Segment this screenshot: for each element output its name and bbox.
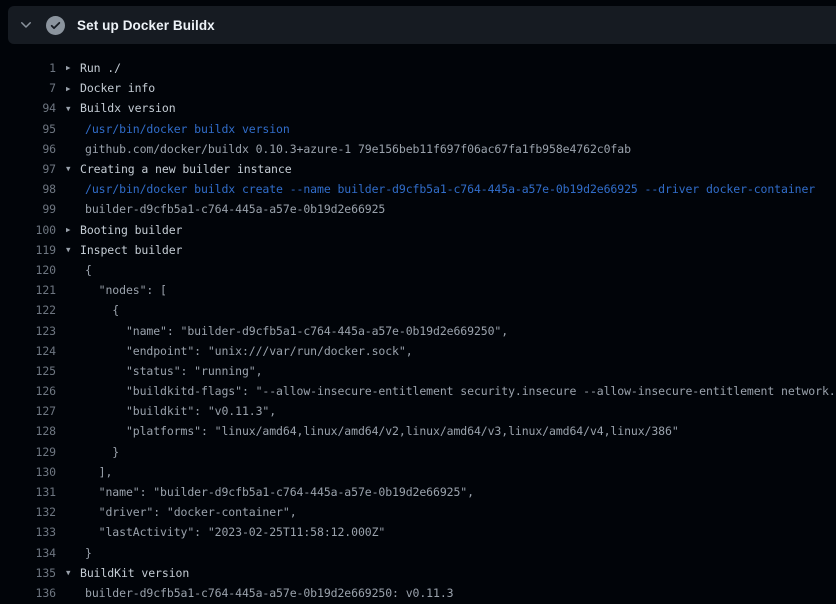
output-text: "name": "builder-d9cfb5a1-c764-445a-a57e… [56, 324, 508, 338]
line-number[interactable]: 133 [0, 525, 56, 539]
triangle-down-icon: ▼ [66, 246, 80, 254]
group-label: Inspect builder [80, 243, 182, 257]
log-line: 124 "endpoint": "unix:///var/run/docker.… [0, 341, 836, 361]
log-group-row[interactable]: 7 ▶Docker info [0, 78, 836, 98]
line-number[interactable]: 129 [0, 445, 56, 459]
output-text: "name": "builder-d9cfb5a1-c764-445a-a57e… [56, 485, 474, 499]
line-number[interactable]: 7 [0, 81, 56, 95]
output-text: } [56, 546, 92, 560]
output-text: { [56, 263, 92, 277]
log-line: 98/usr/bin/docker buildx create --name b… [0, 179, 836, 199]
log-line: 134} [0, 543, 836, 563]
triangle-right-icon: ▶ [66, 85, 80, 93]
triangle-down-icon: ▼ [66, 569, 80, 577]
triangle-down-icon: ▼ [66, 165, 80, 173]
log-group-row[interactable]: 94 ▼Buildx version [0, 98, 836, 118]
output-text: { [56, 303, 119, 317]
log-line: 121 "nodes": [ [0, 280, 836, 300]
log-line: 136builder-d9cfb5a1-c764-445a-a57e-0b19d… [0, 583, 836, 603]
log-line: 126 "buildkitd-flags": "--allow-insecure… [0, 381, 836, 401]
log-line: 128 "platforms": "linux/amd64,linux/amd6… [0, 421, 836, 441]
log-group-row[interactable]: 119 ▼Inspect builder [0, 240, 836, 260]
log-line: 133 "lastActivity": "2023-02-25T11:58:12… [0, 522, 836, 542]
log-line: 96github.com/docker/buildx 0.10.3+azure-… [0, 139, 836, 159]
group-label: Run ./ [80, 61, 121, 75]
log-group-row[interactable]: 97 ▼Creating a new builder instance [0, 159, 836, 179]
log-group-row[interactable]: 100 ▶Booting builder [0, 220, 836, 240]
group-label: BuildKit version [80, 566, 189, 580]
output-text: builder-d9cfb5a1-c764-445a-a57e-0b19d2e6… [56, 586, 453, 600]
log-line: 130 ], [0, 462, 836, 482]
line-number[interactable]: 126 [0, 384, 56, 398]
log-line: 131 "name": "builder-d9cfb5a1-c764-445a-… [0, 482, 836, 502]
output-text: "buildkitd-flags": "--allow-insecure-ent… [56, 384, 836, 398]
line-number[interactable]: 99 [0, 202, 56, 216]
line-number[interactable]: 96 [0, 142, 56, 156]
line-number[interactable]: 98 [0, 182, 56, 196]
log-line: 123 "name": "builder-d9cfb5a1-c764-445a-… [0, 320, 836, 340]
output-text: "nodes": [ [56, 283, 167, 297]
line-number[interactable]: 95 [0, 122, 56, 136]
log-line: 120{ [0, 260, 836, 280]
output-text: "status": "running", [56, 364, 262, 378]
log-line: 122 { [0, 300, 836, 320]
line-number[interactable]: 131 [0, 485, 56, 499]
step-title: Set up Docker Buildx [77, 18, 215, 33]
output-text: "platforms": "linux/amd64,linux/amd64/v2… [56, 424, 679, 438]
log-line: 132 "driver": "docker-container", [0, 502, 836, 522]
line-number[interactable]: 130 [0, 465, 56, 479]
line-number[interactable]: 100 [0, 223, 56, 237]
output-text: builder-d9cfb5a1-c764-445a-a57e-0b19d2e6… [56, 202, 385, 216]
chevron-down-icon[interactable] [18, 17, 34, 33]
output-text: github.com/docker/buildx 0.10.3+azure-1 … [56, 142, 631, 156]
log-line: 99builder-d9cfb5a1-c764-445a-a57e-0b19d2… [0, 199, 836, 219]
output-text: } [56, 445, 119, 459]
check-circle-icon [46, 16, 65, 35]
log-line: 95/usr/bin/docker buildx version [0, 119, 836, 139]
group-label: Buildx version [80, 101, 176, 115]
line-number[interactable]: 132 [0, 505, 56, 519]
line-number[interactable]: 123 [0, 324, 56, 338]
output-text: "driver": "docker-container", [56, 505, 297, 519]
log-group-row[interactable]: 1 ▶Run ./ [0, 58, 836, 78]
line-number[interactable]: 134 [0, 546, 56, 560]
line-number[interactable]: 122 [0, 303, 56, 317]
line-number[interactable]: 121 [0, 283, 56, 297]
triangle-right-icon: ▶ [66, 226, 80, 234]
group-label: Creating a new builder instance [80, 162, 292, 176]
line-number[interactable]: 135 [0, 566, 56, 580]
line-number[interactable]: 120 [0, 263, 56, 277]
output-text: "lastActivity": "2023-02-25T11:58:12.000… [56, 525, 385, 539]
group-label: Docker info [80, 81, 155, 95]
log-line: 125 "status": "running", [0, 361, 836, 381]
output-text: "endpoint": "unix:///var/run/docker.sock… [56, 344, 413, 358]
triangle-down-icon: ▼ [66, 105, 80, 113]
log-area: 1▶Run ./7▶Docker info94▼Buildx version95… [0, 58, 836, 603]
command-text: /usr/bin/docker buildx version [56, 122, 290, 136]
log-line: 127 "buildkit": "v0.11.3", [0, 401, 836, 421]
output-text: "buildkit": "v0.11.3", [56, 404, 276, 418]
line-number[interactable]: 125 [0, 364, 56, 378]
line-number[interactable]: 1 [0, 61, 56, 75]
step-header[interactable]: Set up Docker Buildx [8, 6, 836, 44]
line-number[interactable]: 94 [0, 101, 56, 115]
log-line: 129 } [0, 442, 836, 462]
log-group-row[interactable]: 135 ▼BuildKit version [0, 563, 836, 583]
group-label: Booting builder [80, 223, 182, 237]
line-number[interactable]: 128 [0, 424, 56, 438]
triangle-right-icon: ▶ [66, 64, 80, 72]
command-text: /usr/bin/docker buildx create --name bui… [56, 182, 815, 196]
line-number[interactable]: 124 [0, 344, 56, 358]
line-number[interactable]: 119 [0, 243, 56, 257]
output-text: ], [56, 465, 112, 479]
line-number[interactable]: 97 [0, 162, 56, 176]
line-number[interactable]: 127 [0, 404, 56, 418]
line-number[interactable]: 136 [0, 586, 56, 600]
